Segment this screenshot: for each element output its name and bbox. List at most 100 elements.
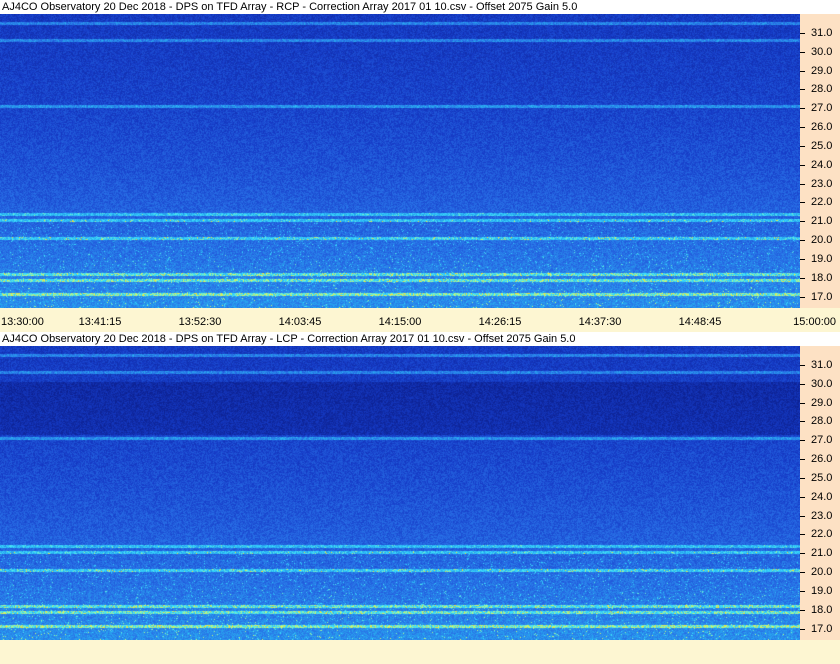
panel2-spectrogram [0, 346, 800, 640]
y-tick-mark [800, 591, 805, 592]
y-tick-mark [800, 364, 805, 366]
y-tick-mark [800, 383, 805, 385]
y-tick-label: 17.0 [811, 290, 833, 303]
y-tick-mark [800, 628, 805, 630]
x-tick-label: 15:00:00 [793, 316, 836, 328]
panel2-y-axis: 31.0 30.0 29.0 28.0 27.0 26.0 25.0 24.0 23.0 22.0… [800, 346, 840, 640]
y-tick: 23.0 [800, 178, 840, 190]
y-tick-label: 24.0 [811, 490, 833, 503]
y-tick-label: 20.0 [811, 234, 833, 247]
x-tick-label: 14:15:00 [378, 316, 422, 328]
y-tick: 18.0 [800, 604, 840, 616]
y-tick-label: 31.0 [811, 26, 833, 39]
y-tick-label: 17.0 [811, 622, 833, 635]
y-tick-mark [800, 572, 805, 574]
y-tick-mark [800, 32, 805, 34]
panel1-spectrogram [0, 14, 800, 308]
y-tick-label: 29.0 [811, 396, 833, 409]
y-tick-mark [800, 89, 805, 91]
y-tick-mark [800, 296, 805, 298]
y-tick-mark [800, 183, 805, 185]
y-tick-mark [800, 259, 805, 260]
y-tick-mark [800, 440, 805, 442]
y-tick: 17.0 [800, 291, 840, 303]
y-tick: 31.0 [800, 27, 840, 39]
y-tick-mark [800, 70, 805, 72]
y-tick-label: 23.0 [811, 177, 833, 190]
y-tick-label: 19.0 [811, 253, 833, 265]
panel2-title: AJ4CO Observatory 20 Dec 2018 - DPS on T… [0, 332, 840, 346]
y-tick-label: 25.0 [811, 139, 833, 152]
y-tick: 21.0 [800, 547, 840, 559]
y-tick-label: 30.0 [811, 45, 833, 58]
y-tick: 23.0 [800, 510, 840, 522]
y-tick: 18.0 [800, 272, 840, 284]
y-tick-label: 19.0 [811, 585, 833, 597]
y-tick-label: 30.0 [811, 377, 833, 390]
x-tick-label: 14:26:15 [478, 316, 522, 328]
y-tick-mark [800, 277, 805, 279]
y-tick: 26.0 [800, 453, 840, 465]
x-tick-label: 14:48:45 [678, 316, 722, 328]
x-tick-label: 14:37:30 [578, 316, 622, 328]
y-tick-label: 18.0 [811, 271, 833, 284]
y-tick-label: 27.0 [811, 434, 833, 447]
y-tick-label: 26.0 [811, 121, 833, 134]
y-tick-label: 31.0 [811, 358, 833, 371]
y-tick: 27.0 [800, 434, 840, 446]
y-tick-label: 26.0 [811, 453, 833, 466]
y-tick: 31.0 [800, 359, 840, 371]
y-tick: 22.0 [800, 196, 840, 208]
y-tick-mark [800, 477, 805, 479]
panel1-title: AJ4CO Observatory 20 Dec 2018 - DPS on T… [0, 0, 840, 14]
y-tick-mark [800, 240, 805, 242]
y-tick-label: 22.0 [811, 528, 833, 541]
y-tick: 19.0 [800, 253, 840, 265]
x-tick-label: 14:03:45 [278, 316, 322, 328]
y-tick: 29.0 [800, 65, 840, 77]
x-tick-label: 13:41:15 [78, 316, 122, 328]
y-tick-mark [800, 221, 805, 223]
y-tick-mark [800, 515, 805, 517]
y-tick-label: 27.0 [811, 102, 833, 115]
y-tick-label: 20.0 [811, 566, 833, 579]
y-tick: 22.0 [800, 528, 840, 540]
y-tick-mark [800, 609, 805, 611]
y-tick: 25.0 [800, 140, 840, 152]
y-tick: 30.0 [800, 46, 840, 58]
y-tick: 27.0 [800, 102, 840, 114]
y-tick-mark [800, 51, 805, 53]
y-tick: 24.0 [800, 491, 840, 503]
y-tick: 20.0 [800, 566, 840, 578]
y-tick-mark [800, 459, 805, 461]
y-tick: 28.0 [800, 83, 840, 95]
y-tick: 29.0 [800, 397, 840, 409]
panel1-heatmap [0, 14, 800, 308]
y-tick-label: 29.0 [811, 64, 833, 77]
panel2-heatmap [0, 346, 800, 640]
y-tick: 19.0 [800, 585, 840, 597]
y-tick-mark [800, 421, 805, 423]
bottom-strip [0, 640, 840, 664]
y-tick: 21.0 [800, 215, 840, 227]
y-tick-label: 21.0 [811, 215, 833, 228]
y-tick-label: 22.0 [811, 196, 833, 209]
y-tick-mark [800, 127, 805, 129]
y-tick-mark [800, 553, 805, 555]
y-tick-mark [800, 108, 805, 110]
x-tick-label: 13:52:30 [178, 316, 222, 328]
y-tick: 28.0 [800, 415, 840, 427]
panel1-x-axis: 13:30:00 13:41:15 13:52:30 14:03:45 14:15:00… [0, 312, 840, 332]
y-tick-mark [800, 145, 805, 147]
y-tick-label: 28.0 [811, 415, 833, 428]
y-tick: 25.0 [800, 472, 840, 484]
y-tick: 26.0 [800, 121, 840, 133]
y-tick: 30.0 [800, 378, 840, 390]
y-tick-mark [800, 164, 805, 166]
y-tick-label: 21.0 [811, 547, 833, 560]
y-tick: 24.0 [800, 159, 840, 171]
y-tick-label: 28.0 [811, 83, 833, 96]
x-tick-label: 13:30:00 [1, 316, 44, 328]
y-tick: 17.0 [800, 623, 840, 635]
y-tick-label: 23.0 [811, 509, 833, 522]
